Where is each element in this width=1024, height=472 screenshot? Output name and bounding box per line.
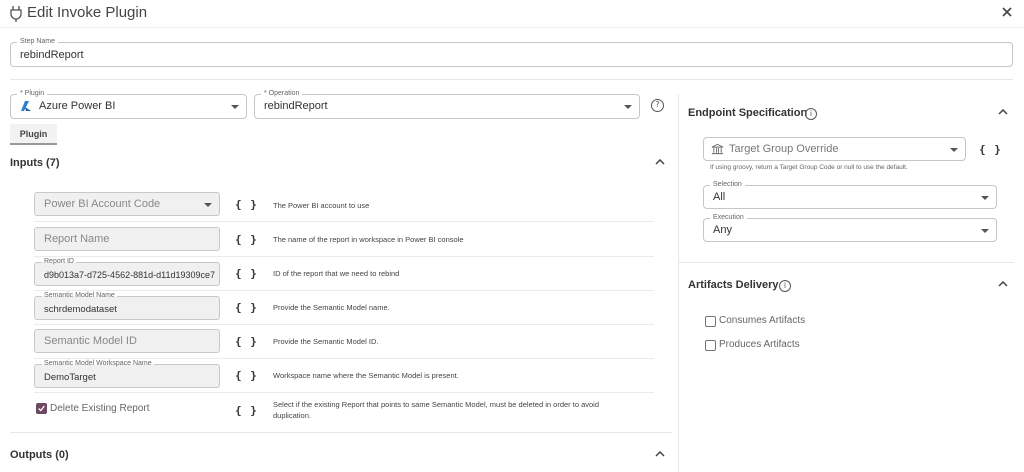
report-id-value: d9b013a7-d725-4562-881d-d11d19309ce7 bbox=[44, 270, 215, 280]
target-group-help: If using groovy, return a Target Group C… bbox=[710, 164, 908, 171]
row-description: The Power BI account to use bbox=[273, 201, 370, 210]
inputs-section-title: Inputs (7) bbox=[10, 157, 60, 169]
semantic-model-name-field[interactable]: Semantic Model Name schrdemodataset bbox=[34, 291, 220, 320]
delete-existing-report-label: Delete Existing Report bbox=[50, 403, 150, 414]
artifacts-section-title: Artifacts Delivery bbox=[688, 279, 779, 291]
report-id-field[interactable]: Report ID d9b013a7-d725-4562-881d-d11d19… bbox=[34, 257, 220, 286]
execution-value: Any bbox=[713, 224, 732, 236]
consumes-artifacts-label: Consumes Artifacts bbox=[719, 315, 806, 326]
power-bi-account-placeholder: Power BI Account Code bbox=[44, 198, 161, 210]
chevron-up-icon[interactable] bbox=[998, 109, 1008, 115]
plug-icon bbox=[10, 6, 22, 22]
semantic-model-workspace-label: Semantic Model Workspace Name bbox=[42, 359, 154, 369]
chevron-down-icon bbox=[231, 105, 239, 109]
chevron-up-icon[interactable] bbox=[655, 159, 665, 165]
operation-value: rebindReport bbox=[264, 100, 328, 112]
row-divider bbox=[34, 392, 654, 393]
row-divider bbox=[34, 221, 654, 222]
row-description-continued: duplication. bbox=[273, 411, 311, 420]
check-icon bbox=[38, 405, 45, 412]
bank-icon bbox=[711, 143, 724, 155]
help-icon[interactable]: ? bbox=[651, 99, 664, 112]
plugin-label: * Plugin bbox=[17, 89, 48, 99]
report-id-label: Report ID bbox=[42, 257, 76, 267]
operation-select[interactable]: * Operation rebindReport bbox=[254, 89, 640, 119]
row-description: ID of the report that we need to rebind bbox=[273, 269, 400, 278]
plugin-select[interactable]: * Plugin Azure Power BI bbox=[10, 89, 247, 119]
row-divider bbox=[34, 256, 654, 257]
chevron-down-icon bbox=[624, 105, 632, 109]
chevron-down-icon bbox=[981, 196, 989, 200]
power-bi-account-select[interactable]: Power BI Account Code bbox=[34, 192, 220, 216]
plugin-value: Azure Power BI bbox=[39, 100, 116, 112]
semantic-model-workspace-field[interactable]: Semantic Model Workspace Name DemoTarget bbox=[34, 359, 220, 388]
operation-label: * Operation bbox=[261, 89, 303, 99]
tab-plugin[interactable]: Plugin bbox=[10, 124, 57, 145]
outputs-section-title: Outputs (0) bbox=[10, 449, 69, 461]
expression-button[interactable]: { } bbox=[235, 301, 258, 314]
row-description: The name of the report in workspace in P… bbox=[273, 235, 464, 244]
execution-label: Execution bbox=[710, 213, 747, 223]
section-divider bbox=[10, 432, 672, 433]
dialog-title: Edit Invoke Plugin bbox=[27, 4, 148, 21]
chevron-down-icon bbox=[981, 229, 989, 233]
step-name-field[interactable]: Step Name rebindReport bbox=[10, 37, 1013, 67]
info-icon[interactable]: i bbox=[779, 280, 791, 292]
row-description: Provide the Semantic Model name. bbox=[273, 303, 390, 312]
expression-button[interactable]: { } bbox=[235, 198, 258, 211]
report-name-field[interactable]: Report Name bbox=[34, 227, 220, 251]
execution-select[interactable]: Execution Any bbox=[703, 213, 997, 242]
chevron-up-icon[interactable] bbox=[998, 281, 1008, 287]
expression-button[interactable]: { } bbox=[235, 335, 258, 348]
selection-select[interactable]: Selection All bbox=[703, 180, 997, 209]
title-bar: Edit Invoke Plugin bbox=[0, 0, 1024, 28]
target-group-placeholder: Target Group Override bbox=[729, 143, 839, 155]
target-group-override-select[interactable]: Target Group Override bbox=[703, 137, 966, 161]
selection-value: All bbox=[713, 191, 726, 203]
consumes-artifacts-checkbox[interactable] bbox=[705, 316, 716, 327]
row-divider bbox=[34, 324, 654, 325]
row-description: Provide the Semantic Model ID. bbox=[273, 337, 379, 346]
endpoint-section-title: Endpoint Specification bbox=[688, 107, 808, 119]
chevron-up-icon[interactable] bbox=[655, 451, 665, 457]
azure-power-bi-icon bbox=[21, 101, 31, 111]
semantic-model-id-placeholder: Semantic Model ID bbox=[44, 335, 137, 347]
step-name-value: rebindReport bbox=[20, 49, 84, 61]
expression-button[interactable]: { } bbox=[235, 404, 258, 417]
row-description: Select if the existing Report that point… bbox=[273, 400, 600, 409]
produces-artifacts-checkbox[interactable] bbox=[705, 340, 716, 351]
expression-button[interactable]: { } bbox=[979, 143, 1002, 156]
close-icon[interactable] bbox=[1000, 5, 1014, 19]
step-name-label: Step Name bbox=[17, 37, 59, 47]
info-icon[interactable]: i bbox=[805, 108, 817, 120]
panel-divider bbox=[678, 94, 679, 472]
semantic-model-name-label: Semantic Model Name bbox=[42, 291, 117, 301]
semantic-model-workspace-value: DemoTarget bbox=[44, 372, 96, 383]
expression-button[interactable]: { } bbox=[235, 369, 258, 382]
expression-button[interactable]: { } bbox=[235, 233, 258, 246]
selection-label: Selection bbox=[710, 180, 745, 190]
semantic-model-id-field[interactable]: Semantic Model ID bbox=[34, 329, 220, 353]
row-description: Workspace name where the Semantic Model … bbox=[273, 371, 459, 380]
report-name-placeholder: Report Name bbox=[44, 233, 110, 245]
section-divider bbox=[679, 262, 1014, 263]
chevron-down-icon bbox=[204, 203, 212, 207]
produces-artifacts-label: Produces Artifacts bbox=[719, 339, 800, 350]
row-divider bbox=[34, 290, 654, 291]
semantic-model-name-value: schrdemodataset bbox=[44, 304, 117, 315]
expression-button[interactable]: { } bbox=[235, 267, 258, 280]
header-divider bbox=[10, 79, 1013, 80]
chevron-down-icon bbox=[950, 148, 958, 152]
delete-existing-report-checkbox[interactable] bbox=[36, 403, 47, 414]
